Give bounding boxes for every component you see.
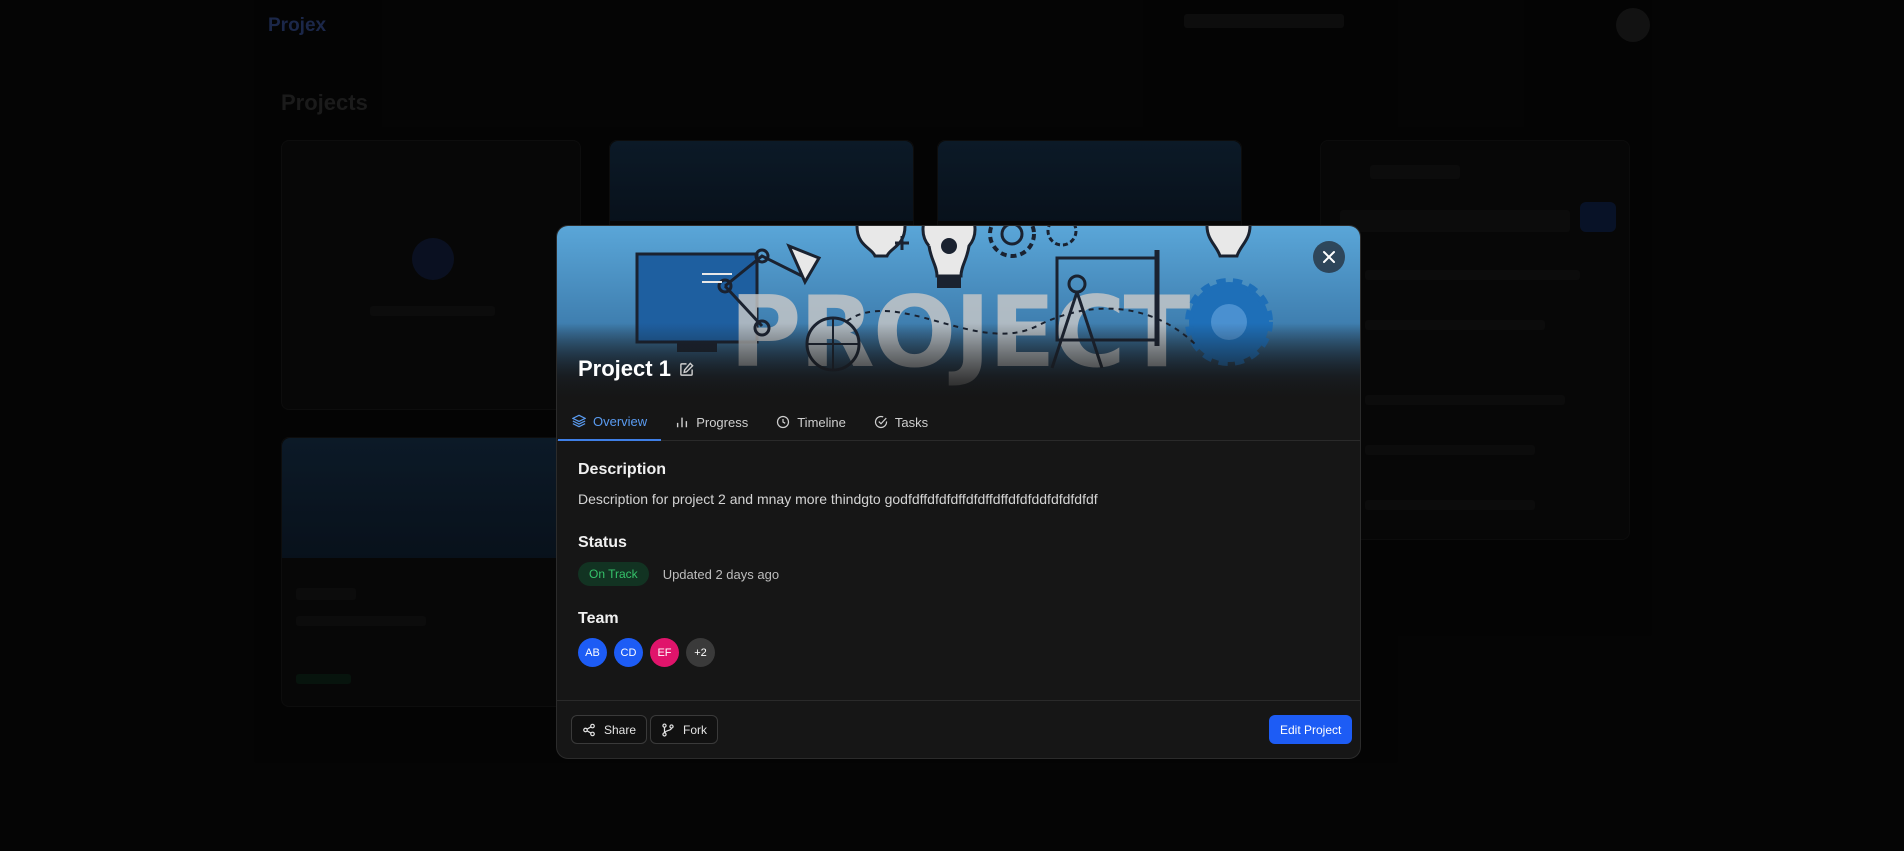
fork-button[interactable]: Fork xyxy=(650,715,718,744)
status-row: On Track Updated 2 days ago xyxy=(578,562,1338,586)
team-avatars: AB CD EF +2 xyxy=(578,638,1338,667)
project-description: Description for project 2 and mnay more … xyxy=(578,491,1098,507)
tab-overview[interactable]: Overview xyxy=(558,403,662,441)
modal-tabs: Overview Progress Timeline Tasks xyxy=(557,403,1360,441)
project-modal: PROJECT xyxy=(556,225,1361,759)
title-row: Project 1 xyxy=(578,356,695,382)
share-icon xyxy=(583,723,595,736)
modal-footer: Share Fork Edit Project xyxy=(557,700,1360,758)
edit-project-button[interactable]: Edit Project xyxy=(1269,715,1353,744)
tab-timeline[interactable]: Timeline xyxy=(762,403,860,441)
more-members-avatar[interactable]: +2 xyxy=(686,638,715,667)
team-heading: Team xyxy=(578,610,619,627)
fork-label: Fork xyxy=(683,722,707,737)
clock-icon xyxy=(777,415,790,429)
close-button[interactable] xyxy=(1313,241,1345,273)
share-label: Share xyxy=(604,722,637,737)
description-heading: Description xyxy=(578,461,667,478)
tab-tasks[interactable]: Tasks xyxy=(860,403,942,441)
tab-label: Overview xyxy=(593,413,648,429)
avatar[interactable]: EF xyxy=(650,638,679,667)
bar-chart-icon xyxy=(677,417,688,428)
tab-label: Progress xyxy=(696,414,749,430)
status-badge: On Track xyxy=(578,562,649,586)
project-title: Project 1 xyxy=(578,356,671,381)
avatar[interactable]: AB xyxy=(578,638,607,667)
tab-label: Tasks xyxy=(894,414,929,430)
layers-icon xyxy=(572,414,586,428)
status-updated: Updated 2 days ago xyxy=(662,566,780,582)
tab-label: Timeline xyxy=(797,414,846,430)
edit-title-button[interactable] xyxy=(679,361,695,377)
status-heading: Status xyxy=(578,534,627,551)
git-branch-icon xyxy=(662,722,674,737)
overview-panel: Description Description for project 2 an… xyxy=(578,461,1338,667)
share-button[interactable]: Share xyxy=(571,715,648,744)
edit-icon xyxy=(680,361,694,376)
close-icon xyxy=(1323,251,1335,263)
check-circle-icon xyxy=(874,415,888,429)
avatar[interactable]: CD xyxy=(614,638,643,667)
tab-progress[interactable]: Progress xyxy=(661,403,762,441)
